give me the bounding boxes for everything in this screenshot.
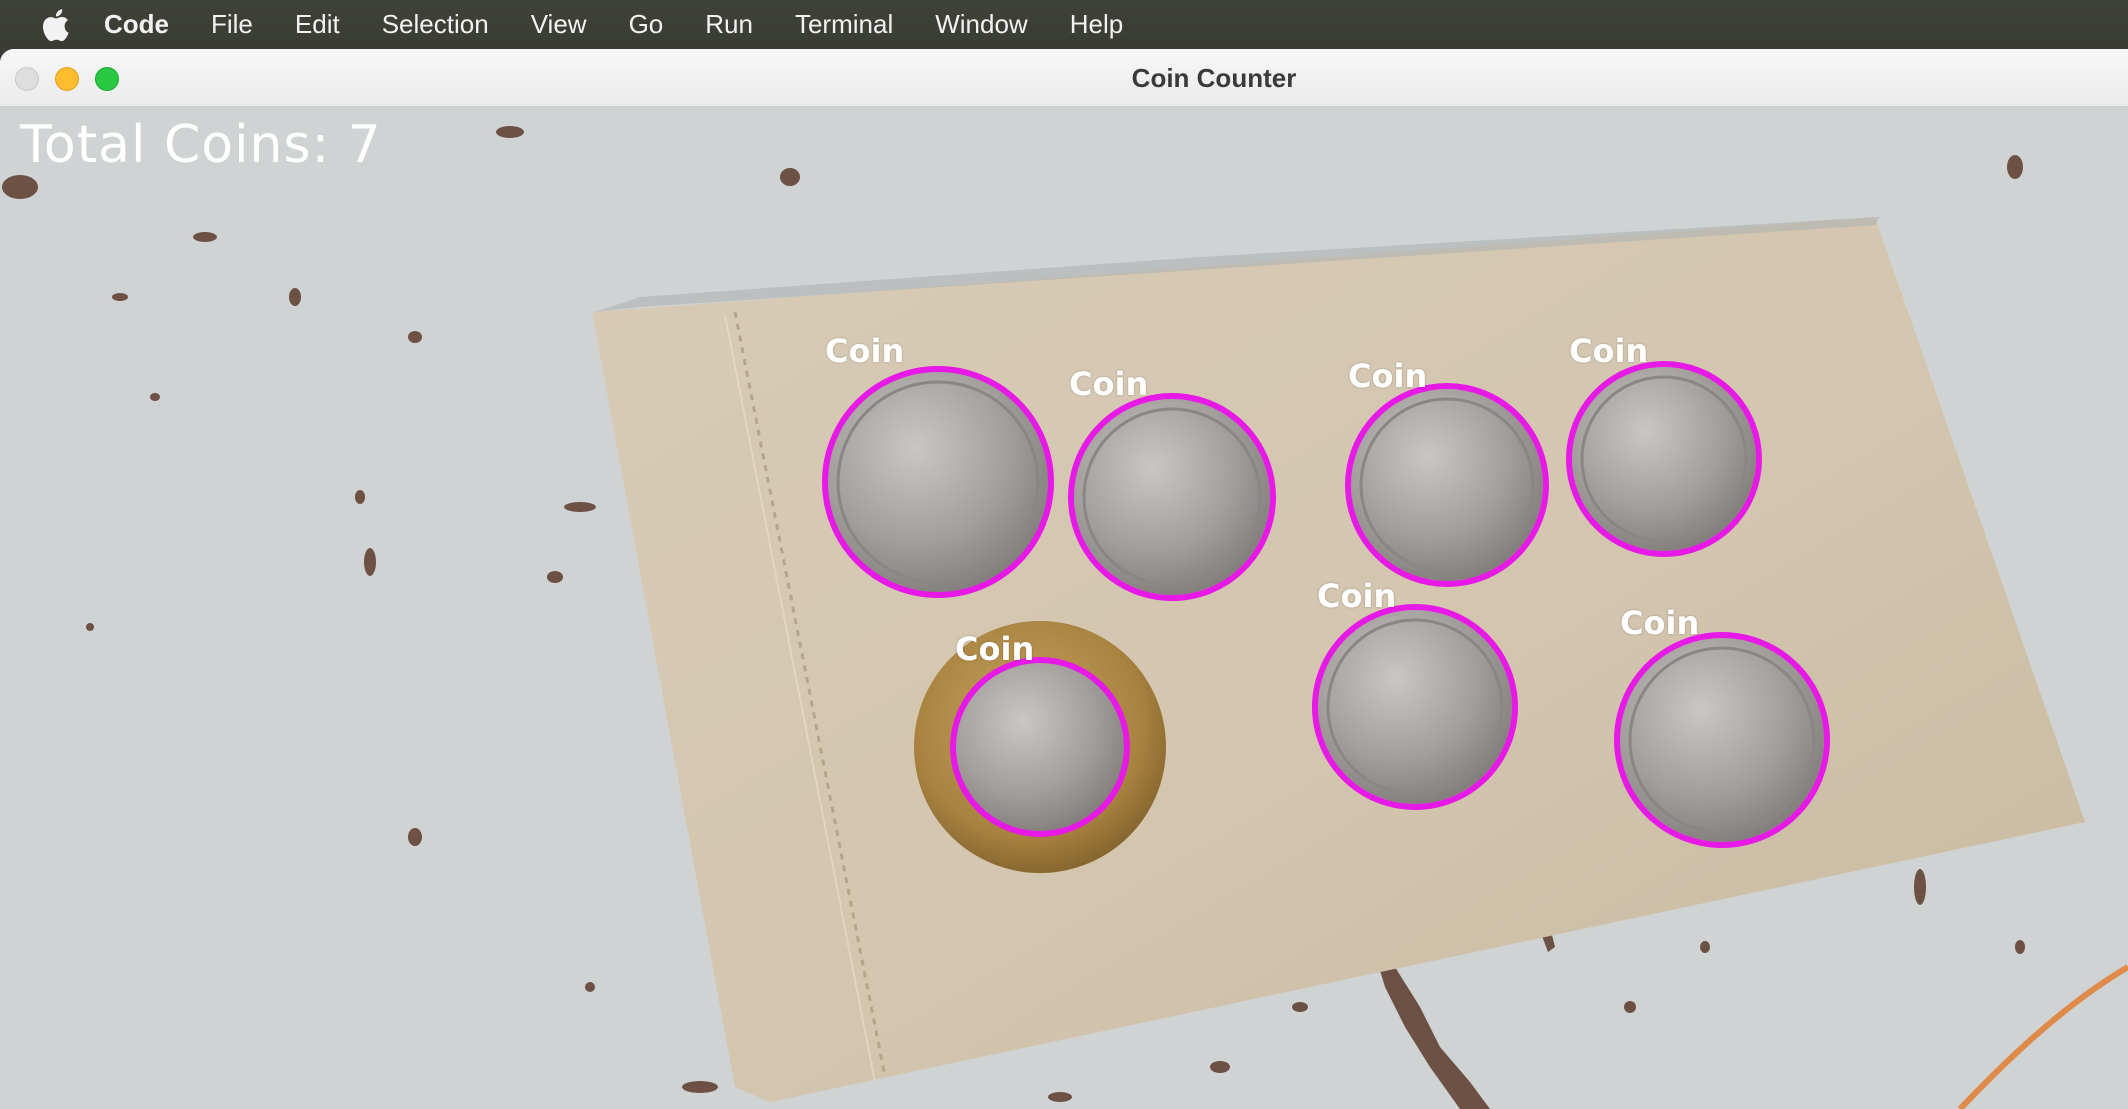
coin-label-5: Coin (955, 630, 1035, 668)
coin-5 (914, 621, 1166, 873)
coin-3 (1345, 383, 1549, 587)
menu-terminal[interactable]: Terminal (795, 9, 893, 40)
coin-1 (822, 366, 1054, 598)
menu-selection[interactable]: Selection (382, 9, 489, 40)
menu-run[interactable]: Run (705, 9, 753, 40)
coin-4 (1566, 361, 1762, 557)
title-bar[interactable]: Coin Counter (0, 49, 2128, 107)
window-title: Coin Counter (1131, 63, 1297, 93)
coin-label-7: Coin (1620, 604, 1700, 642)
coin-label-1: Coin (825, 332, 905, 370)
coin-label-4: Coin (1569, 332, 1649, 370)
coin-label-6: Coin (1317, 577, 1397, 615)
coin-label-3: Coin (1348, 357, 1428, 395)
menu-help[interactable]: Help (1070, 9, 1123, 40)
menu-go[interactable]: Go (629, 9, 664, 40)
menu-view[interactable]: View (531, 9, 587, 40)
menu-code[interactable]: Code (104, 9, 169, 40)
coin-label-2: Coin (1069, 365, 1149, 403)
coin-2 (1068, 393, 1276, 601)
coin-7 (1614, 632, 1830, 848)
camera-frame (0, 107, 2128, 1109)
menu-window[interactable]: Window (935, 9, 1027, 40)
total-coins-label: Total Coins: 7 (20, 115, 382, 175)
apple-icon[interactable] (40, 8, 70, 42)
menu-edit[interactable]: Edit (295, 9, 340, 40)
camera-feed: Total Coins: 7 Coin Coin Coin Coin Coin … (0, 107, 2128, 1109)
menu-file[interactable]: File (211, 9, 253, 40)
coin-6 (1312, 604, 1518, 810)
coin-counter-window: Coin Counter Total Coins: 7 Coin Coin Co… (0, 49, 2128, 1109)
menu-bar: Code File Edit Selection View Go Run Ter… (0, 0, 2128, 49)
